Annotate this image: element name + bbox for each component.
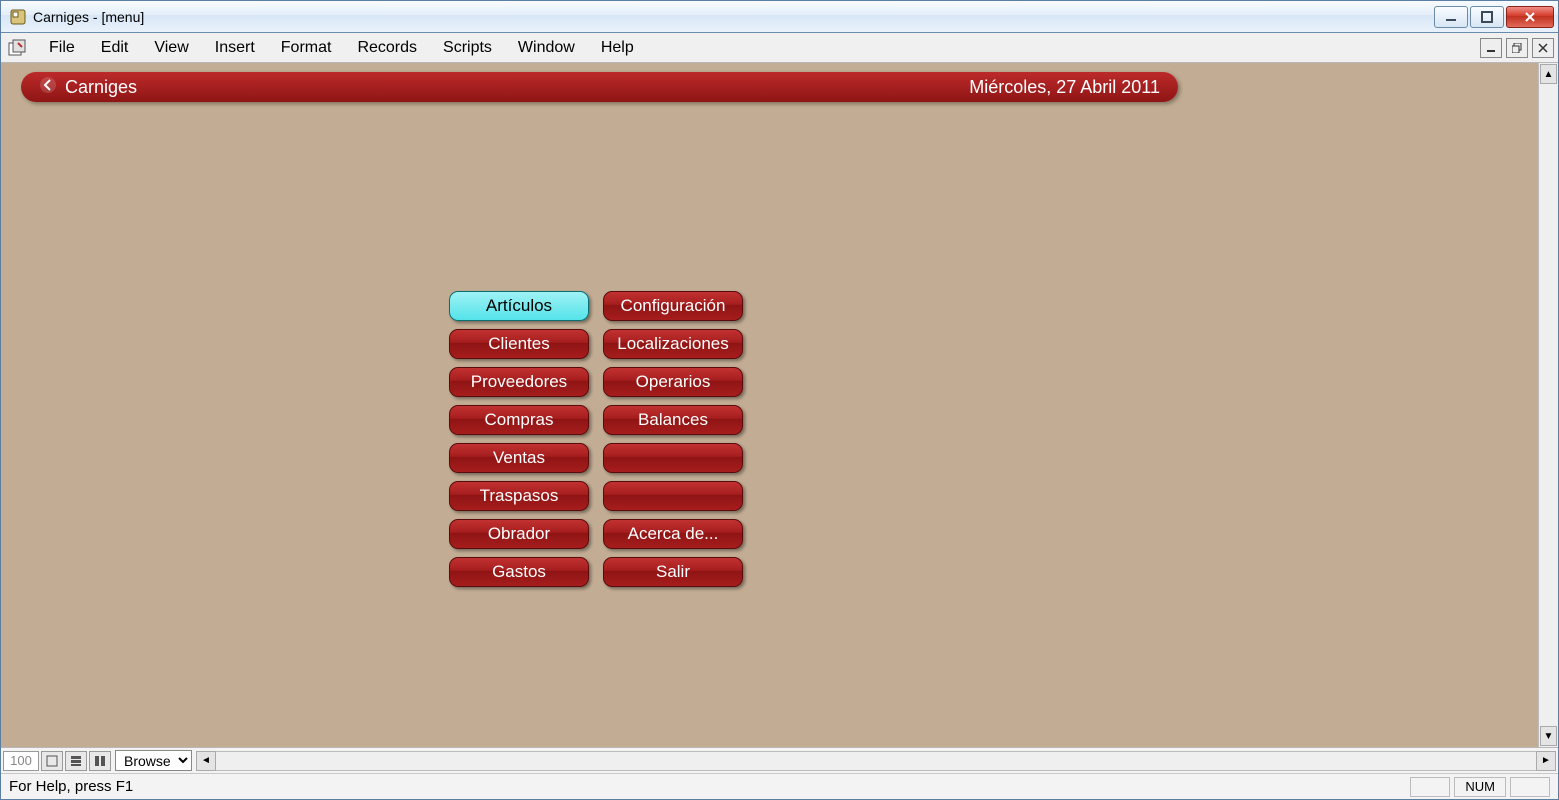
menu-traspasos[interactable]: Traspasos xyxy=(449,481,589,511)
menu-view[interactable]: View xyxy=(142,36,200,60)
mode-select[interactable]: Browse xyxy=(115,750,192,771)
maximize-button[interactable] xyxy=(1470,6,1504,28)
statusbar: For Help, press F1 NUM xyxy=(1,773,1558,799)
scroll-left-icon[interactable]: ◄ xyxy=(196,751,216,771)
vscroll-track[interactable] xyxy=(1539,85,1558,725)
menu-empty-2[interactable] xyxy=(603,481,743,511)
status-indicator-3 xyxy=(1510,777,1550,797)
menu-records[interactable]: Records xyxy=(345,36,429,60)
menu-clientes[interactable]: Clientes xyxy=(449,329,589,359)
zoom-level[interactable]: 100 xyxy=(3,751,39,771)
menu-articulos[interactable]: Artículos xyxy=(449,291,589,321)
scroll-down-icon[interactable]: ▼ xyxy=(1540,726,1557,746)
window-title: Carniges - [menu] xyxy=(33,9,1434,25)
menu-file[interactable]: File xyxy=(37,36,87,60)
status-help-text: For Help, press F1 xyxy=(9,778,133,795)
mdi-minimize-button[interactable] xyxy=(1480,38,1502,58)
status-numlock: NUM xyxy=(1454,777,1506,797)
menubar-app-icon xyxy=(5,36,29,60)
content-wrap: Carniges Miércoles, 27 Abril 2011 Artícu… xyxy=(1,63,1558,747)
hscroll-track[interactable] xyxy=(216,751,1536,771)
menu-ventas[interactable]: Ventas xyxy=(449,443,589,473)
horizontal-scrollbar[interactable]: ◄ ► xyxy=(196,751,1556,771)
menu-empty-1[interactable] xyxy=(603,443,743,473)
back-icon[interactable] xyxy=(39,76,57,99)
window-controls xyxy=(1434,6,1554,28)
menubar: File Edit View Insert Format Records Scr… xyxy=(1,33,1558,63)
menu-help[interactable]: Help xyxy=(589,36,646,60)
app-icon xyxy=(9,8,27,26)
scroll-up-icon[interactable]: ▲ xyxy=(1540,64,1557,84)
menu-edit[interactable]: Edit xyxy=(89,36,141,60)
bottom-toolbar: 100 Browse ◄ ► xyxy=(1,747,1558,773)
close-button[interactable] xyxy=(1506,6,1554,28)
menu-insert[interactable]: Insert xyxy=(203,36,267,60)
menu-localizaciones[interactable]: Localizaciones xyxy=(603,329,743,359)
app-window: Carniges - [menu] File Edit View Insert … xyxy=(0,0,1559,800)
menu-format[interactable]: Format xyxy=(269,36,344,60)
menu-window[interactable]: Window xyxy=(506,36,587,60)
menu-scripts[interactable]: Scripts xyxy=(431,36,504,60)
menu-proveedores[interactable]: Proveedores xyxy=(449,367,589,397)
vertical-scrollbar[interactable]: ▲ ▼ xyxy=(1538,63,1558,747)
status-indicator-1 xyxy=(1410,777,1450,797)
scroll-right-icon[interactable]: ► xyxy=(1536,751,1556,771)
view-mode-3-icon[interactable] xyxy=(89,751,111,771)
menu-compras[interactable]: Compras xyxy=(449,405,589,435)
mdi-restore-button[interactable] xyxy=(1506,38,1528,58)
menu-acerca-de[interactable]: Acerca de... xyxy=(603,519,743,549)
menu-gastos[interactable]: Gastos xyxy=(449,557,589,587)
menu-configuracion[interactable]: Configuración xyxy=(603,291,743,321)
menu-obrador[interactable]: Obrador xyxy=(449,519,589,549)
titlebar: Carniges - [menu] xyxy=(1,1,1558,33)
view-mode-1-icon[interactable] xyxy=(41,751,63,771)
content-canvas: Carniges Miércoles, 27 Abril 2011 Artícu… xyxy=(1,63,1538,747)
menu-operarios[interactable]: Operarios xyxy=(603,367,743,397)
menu-balances[interactable]: Balances xyxy=(603,405,743,435)
header-bar: Carniges Miércoles, 27 Abril 2011 xyxy=(21,72,1178,102)
minimize-button[interactable] xyxy=(1434,6,1468,28)
menu-salir[interactable]: Salir xyxy=(603,557,743,587)
brand-label: Carniges xyxy=(65,77,137,98)
mdi-close-button[interactable] xyxy=(1532,38,1554,58)
header-date: Miércoles, 27 Abril 2011 xyxy=(969,77,1160,98)
main-menu-grid: Artículos Configuración Clientes Localiz… xyxy=(449,291,743,587)
view-mode-2-icon[interactable] xyxy=(65,751,87,771)
